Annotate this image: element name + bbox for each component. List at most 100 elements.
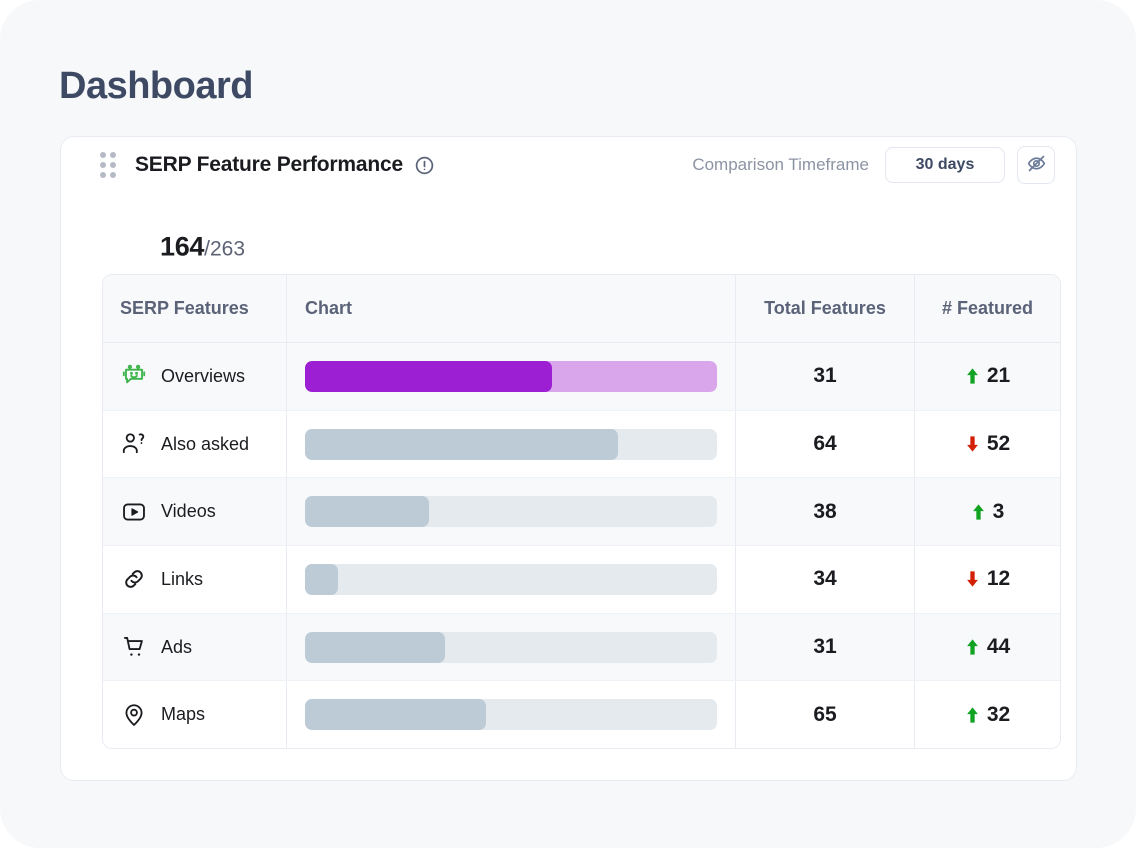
score-value: 164 [160,231,205,262]
featured-number: 32 [986,702,1011,726]
trend-up-icon [966,368,978,384]
trend-down-icon [966,436,978,452]
cell-chart [287,410,736,478]
serp-feature-performance-card: SERP Feature Performance Comparison Time… [60,136,1077,781]
table-row[interactable]: Ads 31 44 [103,612,1060,681]
cell-total-features: 34 [736,546,915,613]
page-frame: Dashboard SERP Feature Performance Compa… [0,0,1136,848]
serp-features-table: SERP Features Chart Total Features # Fea… [102,274,1061,750]
cell-chart [287,613,736,681]
eye-off-icon [1026,153,1047,177]
column-header-chart: Chart [287,275,736,342]
cell-feature: Ads [103,613,287,681]
cell-feature: Maps [103,681,287,749]
cell-total-features: 31 [736,343,915,410]
table-row[interactable]: Videos 38 3 [103,477,1060,546]
total-features-value: 38 [813,499,837,523]
featured-number: 3 [992,499,1005,523]
feature-label: Maps [161,704,206,725]
person-question-icon [120,430,148,458]
score-total: /263 [204,237,246,261]
shopping-cart-icon [120,633,148,661]
feature-label: Overviews [161,365,246,386]
featured-number: 52 [986,432,1011,456]
cell-feature: Also asked [103,410,287,478]
featured-number: 12 [986,567,1011,591]
cell-featured: 44 [915,614,1060,681]
bar-segment-primary [305,563,338,595]
total-features-value: 65 [813,702,837,726]
feature-label: Links [161,568,204,589]
featured-number: 21 [986,364,1011,388]
featured-number: 44 [986,635,1011,659]
cell-featured: 12 [915,546,1060,613]
bar-segment-primary [305,631,446,663]
table-body: Overviews 31 21 Also asked 64 52 Videos 38 3 Link… [103,343,1060,749]
cell-feature: Overviews [103,343,287,410]
card-header: SERP Feature Performance Comparison Time… [61,137,1076,193]
bar-segment-primary [305,428,619,460]
bar-track [305,699,717,731]
header-controls: Comparison Timeframe 30 days [692,146,1055,184]
cell-total-features: 65 [736,681,915,749]
card-title: SERP Feature Performance [135,153,403,176]
timeframe-select-button[interactable]: 30 days [885,147,1005,183]
featured-value: 52 [965,432,1010,456]
trend-down-icon [966,571,978,588]
table-row[interactable]: Also asked 64 52 [103,409,1060,478]
cell-chart [287,478,736,546]
table-row[interactable]: Maps 65 32 [103,680,1060,749]
total-features-value: 31 [813,364,837,388]
drag-dots-icon[interactable] [100,152,116,178]
table-row[interactable]: Links 34 12 [103,545,1060,613]
bar-track [305,496,717,528]
feature-label: Ads [161,636,193,657]
video-play-icon [120,498,148,526]
table-row[interactable]: Overviews 31 21 [103,343,1060,410]
link-chain-icon [120,565,148,593]
column-header-total-features: Total Features [736,275,915,342]
cell-featured: 32 [915,681,1060,748]
score-summary: 164/263 [160,231,246,262]
table-header-row: SERP Features Chart Total Features # Fea… [103,275,1060,343]
alert-circle-icon[interactable] [414,155,435,176]
bar-segment-primary [305,699,487,731]
cell-featured: 52 [915,411,1060,478]
trend-up-icon [966,707,978,723]
toggle-visibility-button[interactable] [1017,146,1055,184]
cell-feature: Links [103,546,287,613]
column-header-serp-features: SERP Features [103,275,287,342]
cell-chart [287,546,736,613]
cell-featured: 3 [915,478,1060,545]
cell-total-features: 64 [736,410,915,478]
featured-value: 3 [971,499,1005,524]
column-header-featured: # Featured [941,298,1034,318]
cell-featured: 21 [915,343,1060,410]
total-features-value: 64 [813,432,837,456]
page-title: Dashboard [59,65,253,107]
cell-chart [287,343,736,410]
feature-label: Also asked [161,433,250,454]
bar-track [305,563,717,595]
trend-up-icon [972,504,984,520]
trend-up-icon [966,639,978,655]
featured-value: 21 [965,364,1010,388]
cell-total-features: 38 [736,478,915,546]
cell-feature: Videos [103,478,287,546]
ai-robot-icon [120,362,148,390]
bar-track [305,428,717,460]
cell-chart [287,681,736,749]
bar-track [305,631,717,663]
total-features-value: 31 [813,635,837,659]
bar-segment-primary [305,360,553,392]
featured-value: 32 [965,703,1010,727]
bar-segment-primary [305,496,429,528]
bar-track [305,360,717,392]
map-pin-icon [120,701,148,729]
total-features-value: 34 [813,567,837,591]
featured-value: 44 [965,635,1010,659]
featured-value: 12 [965,567,1010,591]
cell-total-features: 31 [736,613,915,681]
feature-label: Videos [161,501,216,522]
comparison-timeframe-label: Comparison Timeframe [692,155,869,174]
